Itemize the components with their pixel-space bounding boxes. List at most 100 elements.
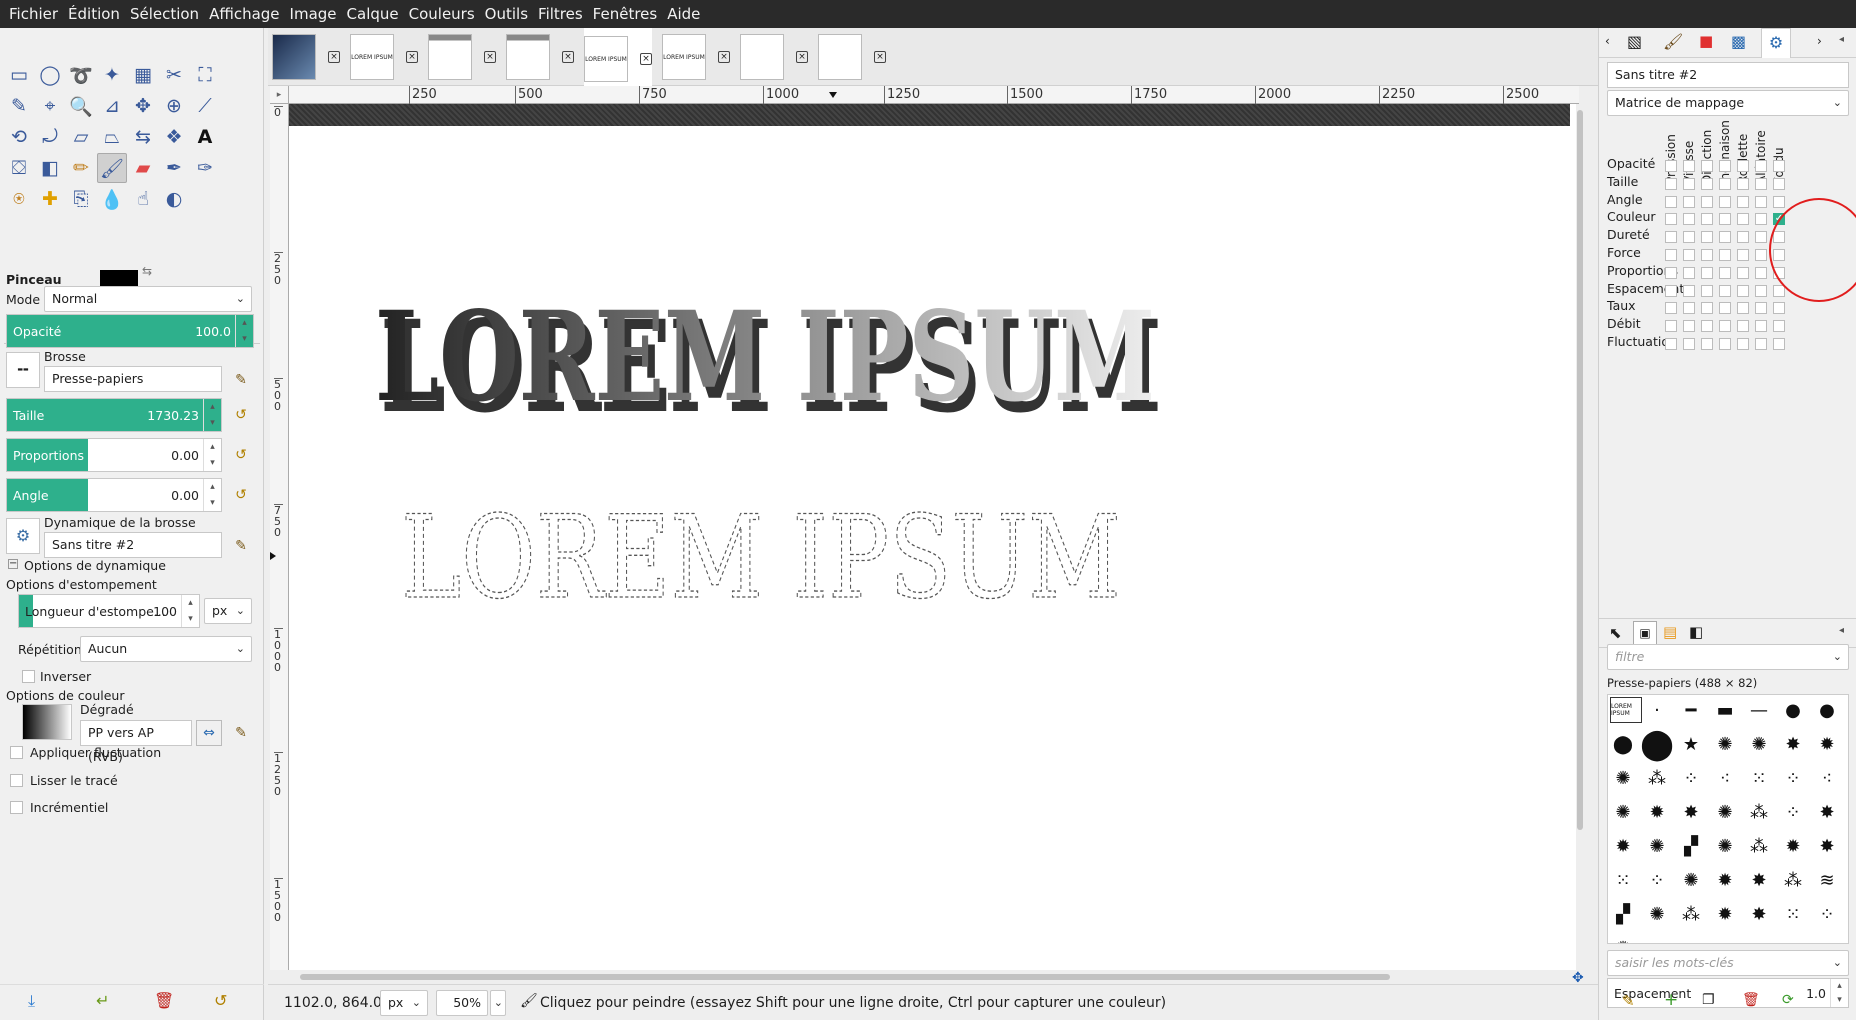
gradients-tab-icon[interactable]: ◧: [1689, 623, 1703, 641]
close-tab-icon[interactable]: ×: [718, 51, 730, 63]
close-tab-icon[interactable]: ×: [406, 51, 418, 63]
brush-swatch[interactable]: ●: [1780, 697, 1806, 723]
foreground-select-icon[interactable]: ⛶: [190, 60, 220, 90]
matrix-checkbox[interactable]: [1683, 320, 1695, 333]
matrix-checkbox[interactable]: [1665, 177, 1677, 190]
proportions-spin[interactable]: ▴ ▾: [203, 439, 221, 471]
fade-length-spin[interactable]: ▴ ▾: [181, 595, 199, 627]
image-tab-3[interactable]: ×: [506, 32, 574, 82]
fade-unit-select[interactable]: px ⌄: [204, 598, 252, 624]
brush-swatch[interactable]: ✺: [1610, 799, 1636, 825]
image-tab-0[interactable]: ×: [272, 32, 340, 82]
dynamics-preview-icon[interactable]: ⚙: [6, 518, 40, 554]
brush-swatch[interactable]: ⁙: [1746, 765, 1772, 791]
brush-swatch[interactable]: ✸: [1746, 867, 1772, 893]
brush-swatch[interactable]: ✺: [1610, 765, 1636, 791]
close-tab-icon[interactable]: ×: [796, 51, 808, 63]
reset-proportions-icon[interactable]: ↺: [230, 444, 252, 466]
matrix-checkbox[interactable]: [1683, 195, 1695, 208]
brush-swatch[interactable]: ⁘: [1678, 765, 1704, 791]
matrix-checkbox[interactable]: [1755, 195, 1767, 208]
matrix-checkbox[interactable]: [1737, 320, 1749, 333]
perspective-icon[interactable]: ⏢: [97, 122, 127, 152]
vertical-scrollbar[interactable]: [1576, 104, 1584, 970]
matrix-checkbox[interactable]: [1683, 284, 1695, 297]
menu-item-4[interactable]: Image: [285, 0, 342, 28]
matrix-checkbox[interactable]: [1737, 284, 1749, 297]
dynamics-options-label[interactable]: Options de dynamique: [24, 558, 166, 573]
image-tab-5[interactable]: LOREM IPSUM ×: [662, 32, 730, 82]
matrix-checkbox[interactable]: [1719, 249, 1731, 261]
rotate-icon[interactable]: ⤾: [35, 122, 65, 152]
mapping-select[interactable]: Matrice de mappage ⌄: [1607, 90, 1849, 116]
brush-swatch[interactable]: ✹: [1712, 867, 1738, 893]
shear-icon[interactable]: ▱: [66, 122, 96, 152]
cage-icon[interactable]: ❖: [159, 122, 189, 152]
brush-swatch[interactable]: ✸: [1814, 833, 1840, 859]
matrix-checkbox[interactable]: [1773, 302, 1785, 315]
brush-swatch[interactable]: ✸: [1746, 901, 1772, 927]
brush-filter-field[interactable]: filtre ⌄: [1607, 644, 1849, 670]
matrix-checkbox[interactable]: [1755, 249, 1767, 261]
brush-swatch[interactable]: ⁂: [1678, 901, 1704, 927]
brush-swatch[interactable]: ⁘: [1780, 799, 1806, 825]
matrix-checkbox[interactable]: [1701, 266, 1713, 279]
paint-dynamics-tab-icon[interactable]: ▩: [1731, 32, 1746, 51]
matrix-checkbox[interactable]: [1755, 284, 1767, 297]
zoom-field[interactable]: 50%: [436, 990, 488, 1016]
invert-checkbox[interactable]: [22, 670, 35, 683]
matrix-checkbox[interactable]: [1701, 284, 1713, 297]
brush-swatch[interactable]: ✸: [1814, 799, 1840, 825]
reset-size-icon[interactable]: ↺: [230, 404, 252, 426]
matrix-checkbox[interactable]: [1719, 284, 1731, 297]
vertical-scroll-thumb[interactable]: [1577, 110, 1583, 830]
matrix-checkbox[interactable]: [1701, 213, 1713, 226]
matrix-checkbox[interactable]: [1665, 213, 1677, 226]
image-tab-7[interactable]: ×: [818, 32, 886, 82]
clone-icon[interactable]: ⎘: [66, 184, 96, 214]
edit-brush-footer-icon[interactable]: ✎: [1622, 992, 1635, 1010]
matrix-checkbox[interactable]: [1737, 338, 1749, 350]
matrix-checkbox[interactable]: [1683, 266, 1695, 279]
brush-swatch[interactable]: ⁙: [1780, 901, 1806, 927]
menu-item-10[interactable]: Aide: [662, 0, 705, 28]
ink-icon[interactable]: ✑: [190, 153, 220, 183]
menu-item-9[interactable]: Fenêtres: [588, 0, 663, 28]
matrix-checkbox[interactable]: [1755, 266, 1767, 279]
patterns-tab-icon[interactable]: ▤: [1663, 623, 1677, 641]
matrix-checkbox[interactable]: [1665, 160, 1677, 172]
matrix-checkbox[interactable]: [1683, 160, 1695, 172]
bucket-fill-icon[interactable]: ⛋: [4, 153, 34, 183]
matrix-checkbox[interactable]: [1719, 338, 1731, 350]
matrix-checkbox[interactable]: [1683, 213, 1695, 226]
menu-item-5[interactable]: Calque: [342, 0, 404, 28]
matrix-checkbox[interactable]: [1719, 302, 1731, 315]
brush-swatch[interactable]: ▞: [1678, 833, 1704, 859]
color-select-icon[interactable]: ▦: [128, 60, 158, 90]
matrix-checkbox[interactable]: [1773, 320, 1785, 333]
angle-spin[interactable]: ▴ ▾: [203, 479, 221, 511]
menu-item-8[interactable]: Filtres: [533, 0, 588, 28]
matrix-checkbox[interactable]: [1701, 195, 1713, 208]
matrix-checkbox[interactable]: [1665, 231, 1677, 244]
opacity-spin[interactable]: ▴ ▾: [235, 315, 253, 347]
menu-item-3[interactable]: Affichage: [204, 0, 284, 28]
repeat-select[interactable]: Aucun ⌄: [80, 636, 252, 662]
brush-name-field[interactable]: Presse-papiers: [44, 366, 222, 392]
rect-select-icon[interactable]: ▭: [4, 60, 34, 90]
matrix-checkbox[interactable]: [1665, 249, 1677, 261]
matrix-checkbox[interactable]: [1665, 320, 1677, 333]
edit-dynamics-icon[interactable]: ✎: [230, 535, 252, 557]
text-icon[interactable]: A: [190, 122, 220, 152]
matrix-checkbox[interactable]: [1665, 338, 1677, 350]
edit-brush-icon[interactable]: ✎: [230, 369, 252, 391]
size-slider[interactable]: Taille 1730.23 ▴ ▾: [6, 398, 222, 432]
brush-swatch[interactable]: ✺: [1644, 833, 1670, 859]
menu-item-2[interactable]: Sélection: [125, 0, 204, 28]
brush-swatch[interactable]: ✺: [1678, 867, 1704, 893]
brush-swatch[interactable]: ✹: [1712, 901, 1738, 927]
brushes-tab-icon[interactable]: 🖌: [1663, 32, 1683, 51]
matrix-checkbox[interactable]: [1719, 195, 1731, 208]
matrix-checkbox[interactable]: [1701, 302, 1713, 315]
brush-swatch[interactable]: ✺: [1610, 935, 1636, 944]
